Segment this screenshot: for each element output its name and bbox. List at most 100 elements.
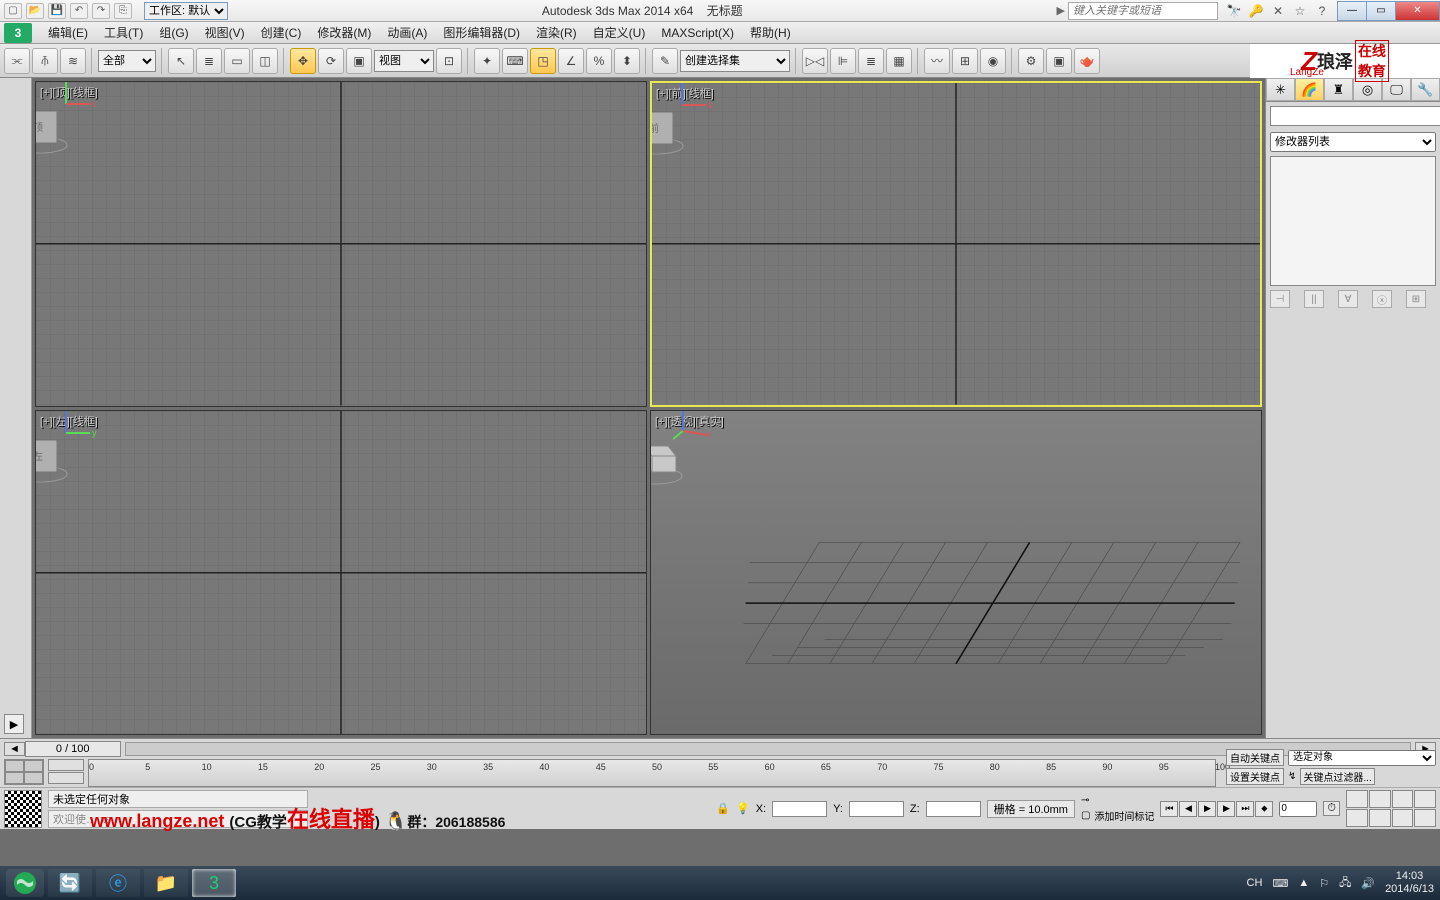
menu-edit[interactable]: 编辑(E) — [40, 24, 96, 41]
app-logo-icon[interactable]: 3 — [4, 23, 32, 43]
menu-views[interactable]: 视图(V) — [197, 24, 253, 41]
key-target-dropdown[interactable]: 选定对象 — [1288, 750, 1436, 766]
curve-editor-icon[interactable]: 〰 — [924, 48, 950, 74]
start-button-icon[interactable] — [6, 869, 44, 897]
binoculars-icon[interactable]: 🔭 — [1226, 3, 1242, 19]
tab-modify-icon[interactable]: 🌈 — [1295, 78, 1324, 101]
tray-volume-icon[interactable]: 🔊 — [1361, 877, 1375, 890]
save-icon[interactable]: 💾 — [48, 3, 66, 19]
bind-spacewarp-icon[interactable]: ≋ — [60, 48, 86, 74]
selection-filter-dropdown[interactable]: 全部 — [98, 50, 156, 72]
menu-render[interactable]: 渲染(R) — [528, 24, 585, 41]
menu-custom[interactable]: 自定义(U) — [585, 24, 654, 41]
snap-toggle-icon[interactable]: ◳ — [530, 48, 556, 74]
render-setup-icon[interactable]: ⚙ — [1018, 48, 1044, 74]
help-icon[interactable]: ? — [1314, 3, 1330, 19]
make-unique-icon[interactable]: ∀ — [1338, 290, 1358, 308]
menu-tools[interactable]: 工具(T) — [96, 24, 151, 41]
viewcube-icon[interactable]: 顶 — [35, 97, 621, 407]
link-tool-icon[interactable]: ⫘ — [4, 48, 30, 74]
zoom-extents-all-icon[interactable] — [1414, 790, 1436, 808]
key-filters-icon[interactable]: ↯ — [1288, 771, 1296, 782]
schematic-view-icon[interactable]: ⊞ — [952, 48, 978, 74]
menu-group[interactable]: 组(G) — [151, 24, 196, 41]
play-icon[interactable]: ▶ — [1198, 801, 1216, 817]
isolate-icon[interactable]: 💡 — [736, 802, 750, 815]
viewport-front[interactable]: [+][前][线框] zx 前 — [650, 81, 1262, 407]
select-by-name-icon[interactable]: ≣ — [196, 48, 222, 74]
viewcube-icon[interactable]: 前 — [650, 98, 1235, 407]
angle-snap-icon[interactable]: ∠ — [558, 48, 584, 74]
viewcube-icon[interactable] — [650, 426, 1236, 736]
menu-create[interactable]: 创建(C) — [253, 24, 310, 41]
key-filters-button[interactable]: 关键点过滤器... — [1300, 768, 1374, 785]
redo-icon[interactable]: ↷ — [92, 3, 110, 19]
help-search-input[interactable] — [1068, 2, 1218, 20]
percent-snap-icon[interactable]: % — [586, 48, 612, 74]
maximize-button[interactable]: ▭ — [1366, 1, 1396, 21]
viewport-layout-icon[interactable] — [4, 759, 44, 785]
remove-modifier-icon[interactable]: ⓧ — [1372, 290, 1392, 308]
next-frame-icon[interactable]: ▶ — [1217, 801, 1235, 817]
time-tag-icon[interactable]: ▢ — [1081, 810, 1090, 821]
menu-help[interactable]: 帮助(H) — [742, 24, 799, 41]
spinner-snap-icon[interactable]: ⬍ — [614, 48, 640, 74]
time-slider[interactable]: 0 / 100 — [25, 741, 121, 757]
edit-named-sel-icon[interactable]: ✎ — [652, 48, 678, 74]
time-config-icon[interactable]: ⏱ — [1323, 801, 1340, 816]
coord-x-input[interactable] — [772, 801, 827, 817]
viewport-perspective[interactable]: [+][透视][真实] zx — [650, 410, 1262, 736]
pin-stack-icon[interactable]: ⊣ — [1270, 290, 1290, 308]
menu-maxscript[interactable]: MAXScript(X) — [653, 26, 742, 40]
zoom-icon[interactable] — [1346, 790, 1368, 808]
minimize-button[interactable]: — — [1337, 1, 1367, 21]
ref-coord-dropdown[interactable]: 视图 — [374, 50, 434, 72]
select-object-icon[interactable]: ↖ — [168, 48, 194, 74]
taskbar-ie-icon[interactable]: ⓔ — [96, 869, 140, 897]
select-region-icon[interactable]: ▭ — [224, 48, 250, 74]
tab-create-icon[interactable]: ✳ — [1266, 78, 1295, 101]
undo-icon[interactable]: ↶ — [70, 3, 88, 19]
modifier-list-dropdown[interactable]: 修改器列表 — [1270, 132, 1436, 152]
taskbar-explorer-icon[interactable]: 📁 — [144, 869, 188, 897]
coord-y-input[interactable] — [849, 801, 904, 817]
rotate-tool-icon[interactable]: ⟳ — [318, 48, 344, 74]
pan-icon[interactable] — [1369, 809, 1391, 827]
viewport-left[interactable]: [+][左][线框] zy 左 — [35, 410, 647, 736]
tray-network-icon[interactable]: 🖧 — [1339, 874, 1351, 893]
track-bar-ruler[interactable]: 0510152025303540455055606570758085909510… — [88, 759, 1216, 787]
named-selection-dropdown[interactable]: 创建选择集 — [680, 50, 790, 72]
zoom-all-icon[interactable] — [1369, 790, 1391, 808]
goto-end-icon[interactable]: ⏭ — [1236, 801, 1254, 817]
material-editor-icon[interactable]: ◉ — [980, 48, 1006, 74]
workspace-selector[interactable]: 工作区: 默认 — [144, 2, 228, 20]
manipulate-icon[interactable]: ✦ — [474, 48, 500, 74]
viewcube-icon[interactable]: 左 — [35, 426, 621, 736]
window-crossing-icon[interactable]: ◫ — [252, 48, 278, 74]
add-time-tag[interactable]: 添加时间标记 — [1094, 808, 1154, 823]
menu-modifiers[interactable]: 修改器(M) — [309, 24, 379, 41]
expand-panel-icon[interactable]: ▶ — [4, 714, 24, 734]
set-key-button[interactable]: 设置关键点 — [1226, 768, 1284, 785]
tab-utilities-icon[interactable]: 🔧 — [1411, 78, 1440, 101]
taskbar-3dsmax-icon[interactable]: 3 — [192, 869, 236, 897]
link-icon[interactable]: ⎘ — [114, 3, 132, 19]
menu-animation[interactable]: 动画(A) — [379, 24, 435, 41]
close-button[interactable]: ✕ — [1395, 1, 1440, 21]
taskbar-app-1[interactable]: 🔄 — [48, 869, 92, 897]
pivot-center-icon[interactable]: ⊡ — [436, 48, 462, 74]
scale-tool-icon[interactable]: ▣ — [346, 48, 372, 74]
workspace-dropdown[interactable]: 工作区: 默认 — [144, 2, 228, 20]
graphite-icon[interactable]: ▦ — [886, 48, 912, 74]
layers-icon[interactable]: ≣ — [858, 48, 884, 74]
keyboard-shortcut-icon[interactable]: ⌨ — [502, 48, 528, 74]
time-slider-track[interactable] — [125, 742, 1412, 756]
trackbar-keys-icon[interactable] — [48, 759, 84, 787]
configure-sets-icon[interactable]: ⊞ — [1406, 290, 1426, 308]
tray-ime-icon[interactable]: ⌨ — [1272, 877, 1288, 890]
fov-icon[interactable] — [1346, 809, 1368, 827]
auto-key-button[interactable]: 自动关键点 — [1226, 749, 1284, 766]
favorite-icon[interactable]: ☆ — [1292, 3, 1308, 19]
scroll-left-icon[interactable]: ◄ — [4, 742, 25, 756]
max-toggle-icon[interactable] — [1414, 809, 1436, 827]
